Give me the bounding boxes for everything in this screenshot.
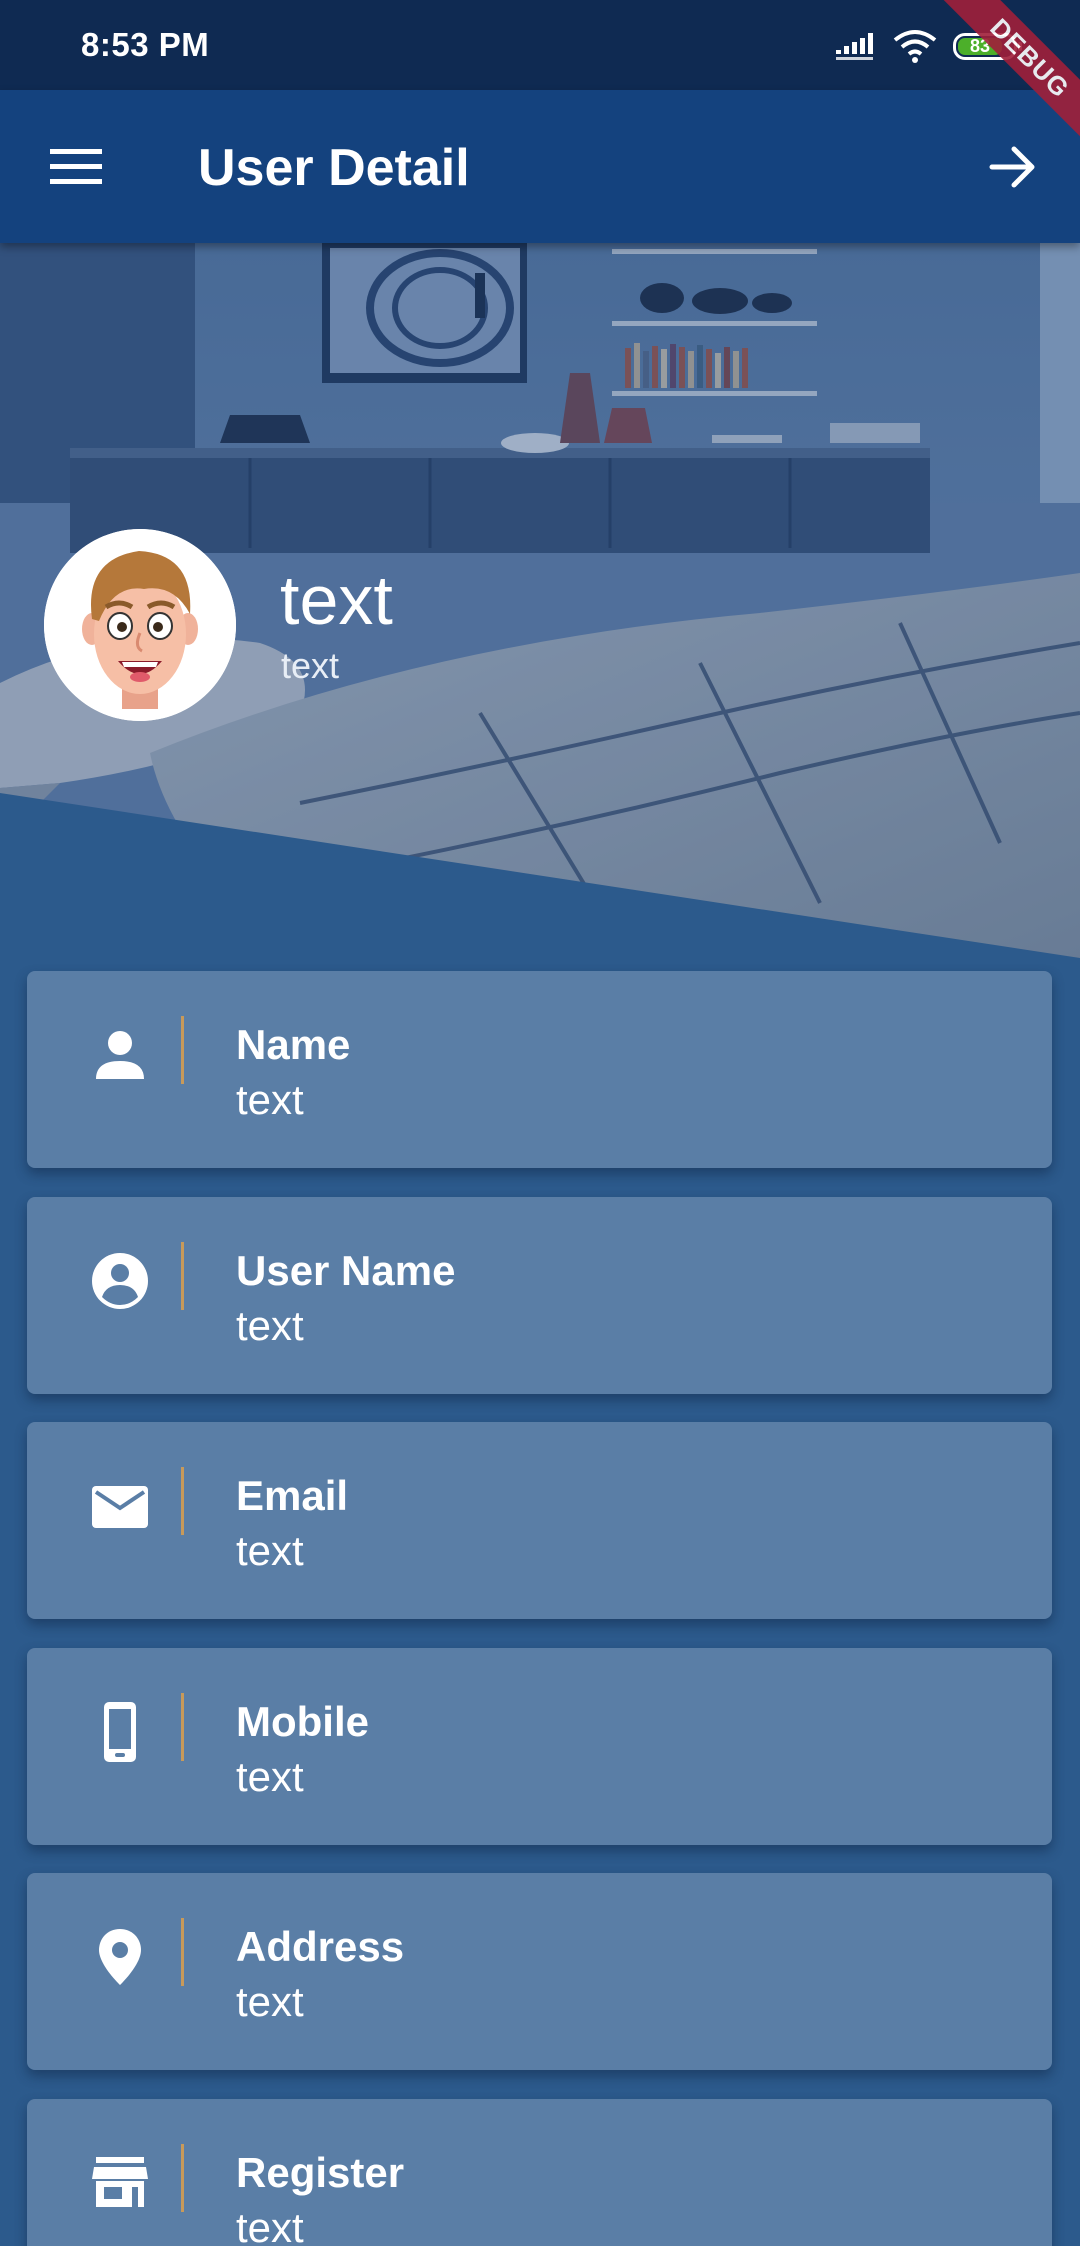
card-label: Name	[236, 1021, 351, 1068]
card-label: Address	[236, 1923, 405, 1970]
card-divider	[181, 1016, 184, 1084]
phone-icon	[104, 1702, 136, 1762]
profile-name: text	[280, 561, 393, 639]
card-value: text	[236, 1753, 304, 1800]
card-divider	[181, 1918, 184, 1986]
detail-card-address[interactable]: Address text	[27, 1873, 1052, 2070]
page-title: User Detail	[198, 139, 470, 197]
card-value: text	[236, 1302, 304, 1349]
card-divider	[181, 1242, 184, 1310]
person-icon	[96, 1031, 144, 1079]
user-detail-screen: 8:53 PM 83 DEBUG User Detail text text N…	[0, 0, 1080, 2246]
location-pin-icon	[99, 1929, 141, 1985]
arrow-forward-icon[interactable]	[988, 142, 1038, 192]
card-label: Mobile	[236, 1698, 369, 1745]
store-icon	[92, 2157, 148, 2207]
detail-card-mobile[interactable]: Mobile text	[27, 1648, 1052, 1845]
card-divider	[181, 1467, 184, 1535]
card-value: text	[236, 1978, 304, 2025]
detail-card-username[interactable]: User Name text	[27, 1197, 1052, 1394]
detail-card-name[interactable]: Name text	[27, 971, 1052, 1168]
wifi-icon	[893, 30, 937, 63]
app-bar: User Detail	[0, 90, 1080, 243]
signal-icon	[836, 33, 873, 60]
card-label: Register	[236, 2149, 405, 2196]
card-label: User Name	[236, 1247, 456, 1294]
avatar	[44, 529, 236, 721]
detail-card-email[interactable]: Email text	[27, 1422, 1052, 1619]
card-divider	[181, 1693, 184, 1761]
card-divider	[181, 2144, 184, 2212]
profile-subtitle: text	[281, 645, 340, 686]
status-bar: 8:53 PM 83	[0, 0, 1080, 90]
card-value: text	[236, 2204, 304, 2246]
card-value: text	[236, 1076, 304, 1123]
account-circle-icon	[92, 1253, 148, 1309]
menu-icon[interactable]	[50, 147, 102, 187]
card-value: text	[236, 1527, 304, 1574]
detail-card-register[interactable]: Register text	[27, 2099, 1052, 2246]
card-label: Email	[236, 1472, 349, 1519]
status-time: 8:53 PM	[81, 26, 210, 63]
email-icon	[92, 1486, 148, 1528]
